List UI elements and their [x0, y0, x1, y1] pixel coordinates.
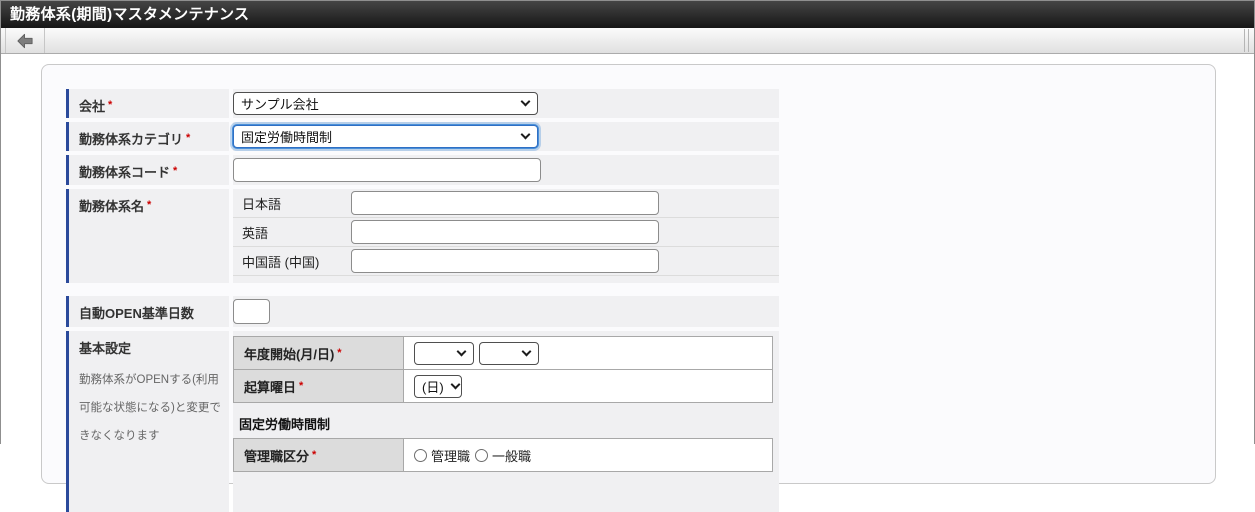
radio-manager-label: 管理職 [431, 448, 471, 464]
content-area: 会社 * サンプル会社 勤務体系カテゴリ * 固定労働時間制 勤務体系コード *… [1, 54, 1254, 512]
radio-general[interactable]: 一般職 [475, 446, 531, 465]
chevron-down-icon [450, 379, 461, 389]
radio-general-label: 一般職 [492, 448, 532, 464]
year-start-value-cell [404, 337, 772, 369]
page-title-text: 勤務体系(期間)マスタメンテナンス [10, 6, 250, 23]
required-marker: * [299, 380, 304, 392]
name-english-input[interactable] [351, 220, 659, 244]
required-marker: * [186, 132, 191, 144]
name-row-japanese: 日本語 [233, 189, 779, 218]
toolbar-right-separator [1244, 29, 1249, 52]
code-label: 勤務体系コード * [66, 155, 229, 185]
auto-open-days-field [233, 296, 779, 327]
category-select-value: 固定労働時間制 [241, 130, 333, 145]
year-start-month-select[interactable] [414, 341, 474, 365]
name-english-label: 英語 [242, 225, 269, 241]
form-panel: 会社 * サンプル会社 勤務体系カテゴリ * 固定労働時間制 勤務体系コード *… [41, 64, 1216, 512]
required-marker: * [173, 165, 178, 177]
app-window: { "title_bar": { "title": "勤務体系(期間)マスタメン… [0, 0, 1255, 512]
row-name: 勤務体系名 * 日本語 英語 中国語 (中国) [66, 189, 779, 283]
basic-settings-table: 年度開始(月/日) * 起算曜日 * (日) [233, 336, 773, 403]
required-marker: * [108, 99, 113, 111]
name-row-english: 英語 [233, 218, 779, 247]
start-weekday-value-cell: (日) [404, 370, 772, 402]
auto-open-days-label: 自動OPEN基準日数 [66, 296, 229, 327]
name-japanese-input[interactable] [351, 191, 659, 215]
chevron-down-icon [456, 346, 467, 356]
row-basic-settings: 基本設定 勤務体系がOPENする(利用可能な状態になる)と変更できなくなります … [66, 331, 779, 512]
name-chinese-label: 中国語 (中国) [242, 254, 320, 270]
row-category: 勤務体系カテゴリ * 固定労働時間制 [66, 122, 779, 151]
manager-class-table: 管理職区分 * 管理職 一般職 [233, 438, 773, 472]
row-code: 勤務体系コード * [66, 155, 779, 185]
start-weekday-row: 起算曜日 * (日) [234, 370, 772, 402]
radio-button-icon[interactable] [414, 448, 427, 462]
company-select-value: サンプル会社 [241, 97, 319, 112]
basic-settings-label: 基本設定 勤務体系がOPENする(利用可能な状態になる)と変更できなくなります [66, 331, 229, 512]
chevron-down-icon [520, 96, 531, 107]
year-start-label: 年度開始(月/日) * [234, 337, 404, 369]
auto-open-days-input[interactable] [233, 299, 270, 324]
required-marker: * [312, 449, 317, 461]
name-field-group: 日本語 英語 中国語 (中国) [233, 189, 779, 283]
category-label: 勤務体系カテゴリ * [66, 122, 229, 151]
toolbar [1, 28, 1254, 54]
radio-manager[interactable]: 管理職 [414, 446, 470, 465]
required-marker: * [147, 199, 152, 211]
back-button[interactable] [5, 28, 45, 53]
page-title: 勤務体系(期間)マスタメンテナンス [1, 1, 1254, 28]
name-row-chinese: 中国語 (中国) [233, 247, 779, 276]
start-weekday-select[interactable]: (日) [414, 374, 462, 398]
company-label: 会社 * [66, 89, 229, 118]
back-arrow-icon [16, 33, 34, 49]
fixed-working-hours-heading: 固定労働時間制 [239, 417, 331, 432]
row-auto-open-days: 自動OPEN基準日数 [66, 296, 779, 327]
form-rows: 会社 * サンプル会社 勤務体系カテゴリ * 固定労働時間制 勤務体系コード *… [66, 89, 779, 512]
name-chinese-input[interactable] [351, 249, 659, 273]
chevron-down-icon [520, 129, 531, 140]
year-start-row: 年度開始(月/日) * [234, 337, 772, 370]
radio-button-icon[interactable] [475, 448, 489, 462]
row-company: 会社 * サンプル会社 [66, 89, 779, 118]
start-weekday-label: 起算曜日 * [234, 370, 404, 402]
required-marker: * [337, 347, 342, 359]
category-field: 固定労働時間制 [233, 122, 779, 151]
category-select[interactable]: 固定労働時間制 [233, 125, 538, 148]
basic-settings-field: 年度開始(月/日) * 起算曜日 * (日) 固定労働時間制 管理職区分 * 管… [233, 331, 779, 512]
name-group-filler [233, 276, 779, 283]
name-label: 勤務体系名 * [66, 189, 229, 283]
name-japanese-label: 日本語 [242, 196, 282, 212]
company-select[interactable]: サンプル会社 [233, 92, 538, 115]
company-field: サンプル会社 [233, 89, 779, 118]
row-spacer [66, 287, 779, 296]
start-weekday-value: (日) [422, 379, 444, 395]
code-input[interactable] [233, 158, 541, 182]
code-field [233, 155, 779, 185]
chevron-down-icon [521, 346, 532, 356]
basic-settings-note: 勤務体系がOPENする(利用可能な状態になる)と変更できなくなります [79, 374, 221, 442]
year-start-day-select[interactable] [479, 341, 539, 365]
